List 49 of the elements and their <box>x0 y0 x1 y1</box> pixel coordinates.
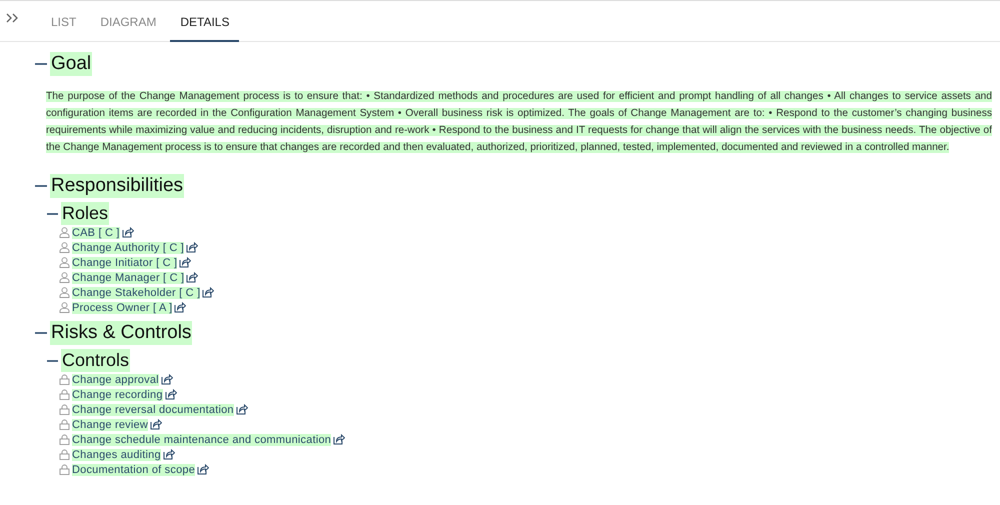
share-icon[interactable] <box>197 464 210 475</box>
share-icon[interactable] <box>160 374 173 385</box>
tab[interactable]: DIAGRAM <box>90 1 166 42</box>
item-link[interactable]: Change approval <box>72 374 159 386</box>
share-icon[interactable] <box>150 419 162 430</box>
person-icon <box>59 242 70 253</box>
section-heading: Goal <box>50 52 92 76</box>
item-link[interactable]: Process Owner [ A ] <box>72 302 172 314</box>
lock-icon <box>59 449 70 460</box>
item-link[interactable]: CAB [ C ] <box>72 226 120 238</box>
item-link[interactable]: Change Manager [ C ] <box>72 272 184 284</box>
share-icon[interactable] <box>202 287 214 298</box>
share-icon[interactable] <box>162 449 175 460</box>
lock-icon <box>59 404 70 415</box>
item-link[interactable]: Change schedule maintenance and communication <box>72 434 332 446</box>
item-link[interactable]: Change Authority [ C ] <box>72 242 184 254</box>
share-icon[interactable] <box>164 389 177 400</box>
lock-icon <box>59 434 70 445</box>
lock-icon <box>59 374 70 385</box>
item-link[interactable]: Change recording <box>72 388 163 400</box>
lock-icon <box>59 419 70 430</box>
item-link[interactable]: Change Initiator [ C ] <box>72 256 178 268</box>
share-icon[interactable] <box>174 302 186 313</box>
share-icon[interactable] <box>179 257 192 268</box>
item-link[interactable]: Changes auditing <box>72 448 161 460</box>
person-icon <box>59 272 70 283</box>
section-heading: Risks & Controls <box>50 321 192 345</box>
section-heading: Responsibilities <box>50 174 184 198</box>
person-icon <box>59 302 70 313</box>
item-link[interactable]: Documentation of scope <box>72 464 196 476</box>
person-icon <box>59 257 70 268</box>
item-link[interactable]: Change review <box>72 418 148 430</box>
share-icon[interactable] <box>236 404 248 415</box>
tab[interactable]: DETAILS <box>170 1 240 42</box>
lock-icon <box>59 464 70 475</box>
group-heading: Controls <box>61 349 130 372</box>
expand-icon[interactable] <box>6 13 20 23</box>
person-icon <box>59 287 70 298</box>
tab[interactable]: LIST <box>41 1 86 42</box>
item-link[interactable]: Change Stakeholder [ C ] <box>72 286 200 298</box>
person-icon <box>59 227 70 238</box>
description-paragraph: The purpose of the Change Management process is to ensure that: • Standardized methods and procedures are used for efficient and prompt handling of all changes • All changes to service assets and configuration items are recorded in the Configuration Management System • Overall business risk is optimized. The goals of Change Management are to: • Respond to the customer’s changing business requirements while maximizing value and reducing incidents, disruption and re-work • Respond to the business and IT requests for change that will align the services with the business needs. The objective of the Change Management process is to ensure that changes are recorded and then evaluated, authorized, prioritized, planned, tested, implemented, documented and reviewed in a controlled manner. <box>46 90 992 155</box>
item-link[interactable]: Change reversal documentation <box>72 404 234 416</box>
share-icon[interactable] <box>186 272 198 283</box>
share-icon[interactable] <box>122 227 134 238</box>
share-icon[interactable] <box>333 434 346 445</box>
lock-icon <box>59 389 70 400</box>
group-heading: Roles <box>61 202 110 225</box>
share-icon[interactable] <box>186 242 198 253</box>
